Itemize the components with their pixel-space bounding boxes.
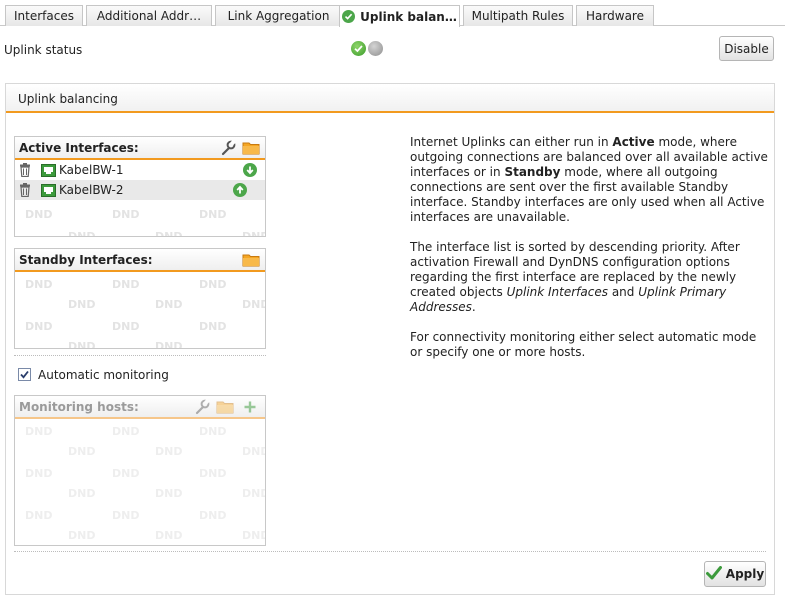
dnd-placeholder: DND (112, 278, 140, 291)
dnd-placeholder: DND (199, 208, 227, 221)
up-arrow-icon[interactable] (233, 183, 247, 197)
dnd-placeholder: DND (155, 298, 183, 311)
wrench-icon[interactable] (219, 140, 237, 156)
dnd-placeholder: DND (242, 298, 265, 311)
dnd-placeholder: DND (25, 320, 53, 333)
folder-icon[interactable] (242, 140, 260, 156)
dnd-placeholder: DND (68, 529, 96, 542)
list-item[interactable]: KabelBW-2 (15, 180, 265, 200)
dnd-placeholder: DND (112, 467, 140, 480)
monitoring-hosts-header: Monitoring hosts: (15, 396, 265, 419)
uplink-status-label: Uplink status (4, 43, 83, 57)
folder-icon[interactable] (242, 252, 260, 268)
tab-label: Additional Addr… (96, 9, 202, 23)
dnd-placeholder: DND (155, 340, 183, 349)
panel-header: Uplink balancing (6, 84, 774, 113)
dnd-placeholder: DND (68, 487, 96, 500)
tab-label: Uplink balan… (360, 9, 457, 24)
tab-uplink-balancing[interactable]: Uplink balan… (339, 5, 460, 27)
trash-icon[interactable] (19, 163, 31, 180)
monitoring-hosts-box: Monitoring hosts: DND DND DND DND DND DN… (14, 395, 266, 546)
dnd-placeholder: DND (155, 487, 183, 500)
dnd-placeholder: DND (199, 320, 227, 333)
active-interfaces-box: Active Interfaces: KabelBW-1 KabelBW-2 D… (14, 136, 266, 237)
divider (14, 551, 766, 552)
down-arrow-icon[interactable] (243, 163, 257, 177)
checkmark-icon (705, 565, 722, 583)
check-circle-icon (342, 10, 356, 23)
dnd-placeholder: DND (242, 487, 265, 500)
trash-icon[interactable] (19, 183, 31, 200)
tab-hardware[interactable]: Hardware (576, 5, 654, 26)
monitoring-hosts-title: Monitoring hosts: (19, 400, 139, 414)
dnd-placeholder: DND (199, 467, 227, 480)
tab-interfaces[interactable]: Interfaces (5, 5, 83, 26)
dnd-placeholder: DND (242, 230, 265, 237)
standby-interfaces-title: Standby Interfaces: (19, 253, 153, 267)
tab-label: Multipath Rules (471, 9, 565, 23)
tab-additional-addresses[interactable]: Additional Addr… (86, 5, 212, 26)
dnd-placeholder: DND (68, 298, 96, 311)
uplink-balancing-panel: Uplink balancing Active Interfaces: Kabe… (5, 83, 775, 595)
dnd-placeholder: DND (112, 425, 140, 438)
dnd-placeholder: DND (242, 529, 265, 542)
interface-name: KabelBW-2 (59, 183, 124, 197)
dnd-placeholder: DND (25, 509, 53, 522)
dnd-placeholder: DND (155, 230, 183, 237)
dnd-placeholder: DND (25, 278, 53, 291)
automatic-monitoring-label[interactable]: Automatic monitoring (38, 368, 169, 382)
plus-icon (241, 399, 259, 415)
dnd-placeholder: DND (155, 445, 183, 458)
help-text: Internet Uplinks can either run in Activ… (410, 135, 770, 375)
help-paragraph-priority: The interface list is sorted by descendi… (410, 240, 740, 314)
dnd-placeholder: DND (112, 320, 140, 333)
status-grey-led-icon (368, 41, 383, 56)
apply-button[interactable]: Apply (704, 561, 766, 587)
tab-label: Interfaces (14, 9, 74, 23)
automatic-monitoring-checkbox[interactable] (18, 368, 31, 381)
dnd-placeholder: DND (68, 445, 96, 458)
active-interfaces-title: Active Interfaces: (19, 141, 139, 155)
dnd-placeholder: DND (68, 230, 96, 237)
help-paragraph-modes: Internet Uplinks can either run in Activ… (410, 135, 768, 224)
wrench-icon (193, 399, 211, 415)
tab-label: Hardware (586, 9, 644, 23)
active-interfaces-header: Active Interfaces: (15, 137, 265, 160)
dnd-placeholder: DND (25, 208, 53, 221)
network-interface-icon (41, 184, 56, 200)
dnd-placeholder: DND (155, 529, 183, 542)
dnd-placeholder: DND (199, 278, 227, 291)
uplink-status-row: Uplink status Disable (0, 36, 785, 64)
apply-label: Apply (725, 567, 765, 581)
tab-multipath-rules[interactable]: Multipath Rules (463, 5, 573, 26)
dnd-placeholder: DND (25, 467, 53, 480)
dnd-placeholder: DND (242, 445, 265, 458)
dnd-placeholder: DND (68, 340, 96, 349)
disable-button[interactable]: Disable (719, 36, 774, 61)
tab-label: Link Aggregation (227, 9, 330, 23)
divider (14, 355, 266, 356)
status-green-led-icon (351, 41, 366, 56)
panel-title: Uplink balancing (18, 92, 118, 106)
standby-interfaces-header: Standby Interfaces: (15, 249, 265, 272)
dnd-placeholder: DND (199, 509, 227, 522)
network-interface-icon (41, 164, 56, 180)
list-item[interactable]: KabelBW-1 (15, 160, 265, 180)
dnd-placeholder: DND (112, 509, 140, 522)
tab-bar: Interfaces Additional Addr… Link Aggrega… (0, 0, 785, 27)
interface-name: KabelBW-1 (59, 163, 124, 177)
dnd-placeholder: DND (25, 425, 53, 438)
help-paragraph-monitoring: For connectivity monitoring either selec… (410, 330, 757, 359)
dnd-placeholder: DND (199, 425, 227, 438)
dnd-placeholder: DND (112, 208, 140, 221)
standby-interfaces-box: Standby Interfaces: DND DND DND DND DND … (14, 248, 266, 349)
tab-link-aggregation[interactable]: Link Aggregation (215, 5, 342, 26)
folder-icon (216, 399, 234, 415)
